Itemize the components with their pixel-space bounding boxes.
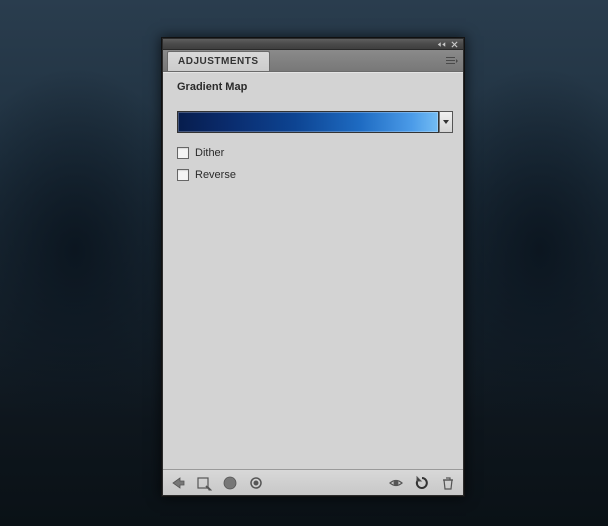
reverse-label: Reverse — [195, 169, 236, 181]
dither-label: Dither — [195, 147, 224, 159]
eye-icon — [388, 475, 404, 491]
gradient-picker[interactable] — [177, 111, 453, 133]
tab-adjustments[interactable]: ADJUSTMENTS — [167, 51, 270, 71]
back-arrow-icon — [170, 475, 186, 491]
trash-icon — [440, 475, 456, 491]
chevron-down-icon — [443, 120, 449, 124]
reverse-checkbox[interactable] — [177, 169, 189, 181]
gradient-dropdown-button[interactable] — [439, 111, 453, 133]
panel-menu-button[interactable] — [445, 54, 459, 68]
back-button[interactable] — [169, 474, 187, 492]
tab-label: ADJUSTMENTS — [178, 56, 259, 67]
gradient-preview[interactable] — [177, 111, 439, 133]
reverse-option[interactable]: Reverse — [177, 169, 453, 181]
previous-state-button[interactable] — [387, 474, 405, 492]
clip-icon — [248, 475, 264, 491]
adjustments-list-button[interactable] — [195, 474, 213, 492]
panel-tabbar: ADJUSTMENTS — [163, 50, 463, 72]
reset-icon — [414, 475, 430, 491]
clip-to-layer-button[interactable] — [247, 474, 265, 492]
panel-footer — [163, 469, 463, 495]
adjustments-list-icon — [196, 475, 212, 491]
adjustments-panel: ADJUSTMENTS Gradient Map Dither Reverse — [162, 38, 464, 496]
adjustment-heading: Gradient Map — [177, 81, 453, 93]
dither-checkbox[interactable] — [177, 147, 189, 159]
expanded-view-button[interactable] — [221, 474, 239, 492]
delete-button[interactable] — [439, 474, 457, 492]
dither-option[interactable]: Dither — [177, 147, 453, 159]
expanded-view-icon — [222, 475, 238, 491]
panel-content: Gradient Map Dither Reverse — [163, 72, 463, 469]
panel-titlebar[interactable] — [163, 39, 463, 50]
reset-button[interactable] — [413, 474, 431, 492]
